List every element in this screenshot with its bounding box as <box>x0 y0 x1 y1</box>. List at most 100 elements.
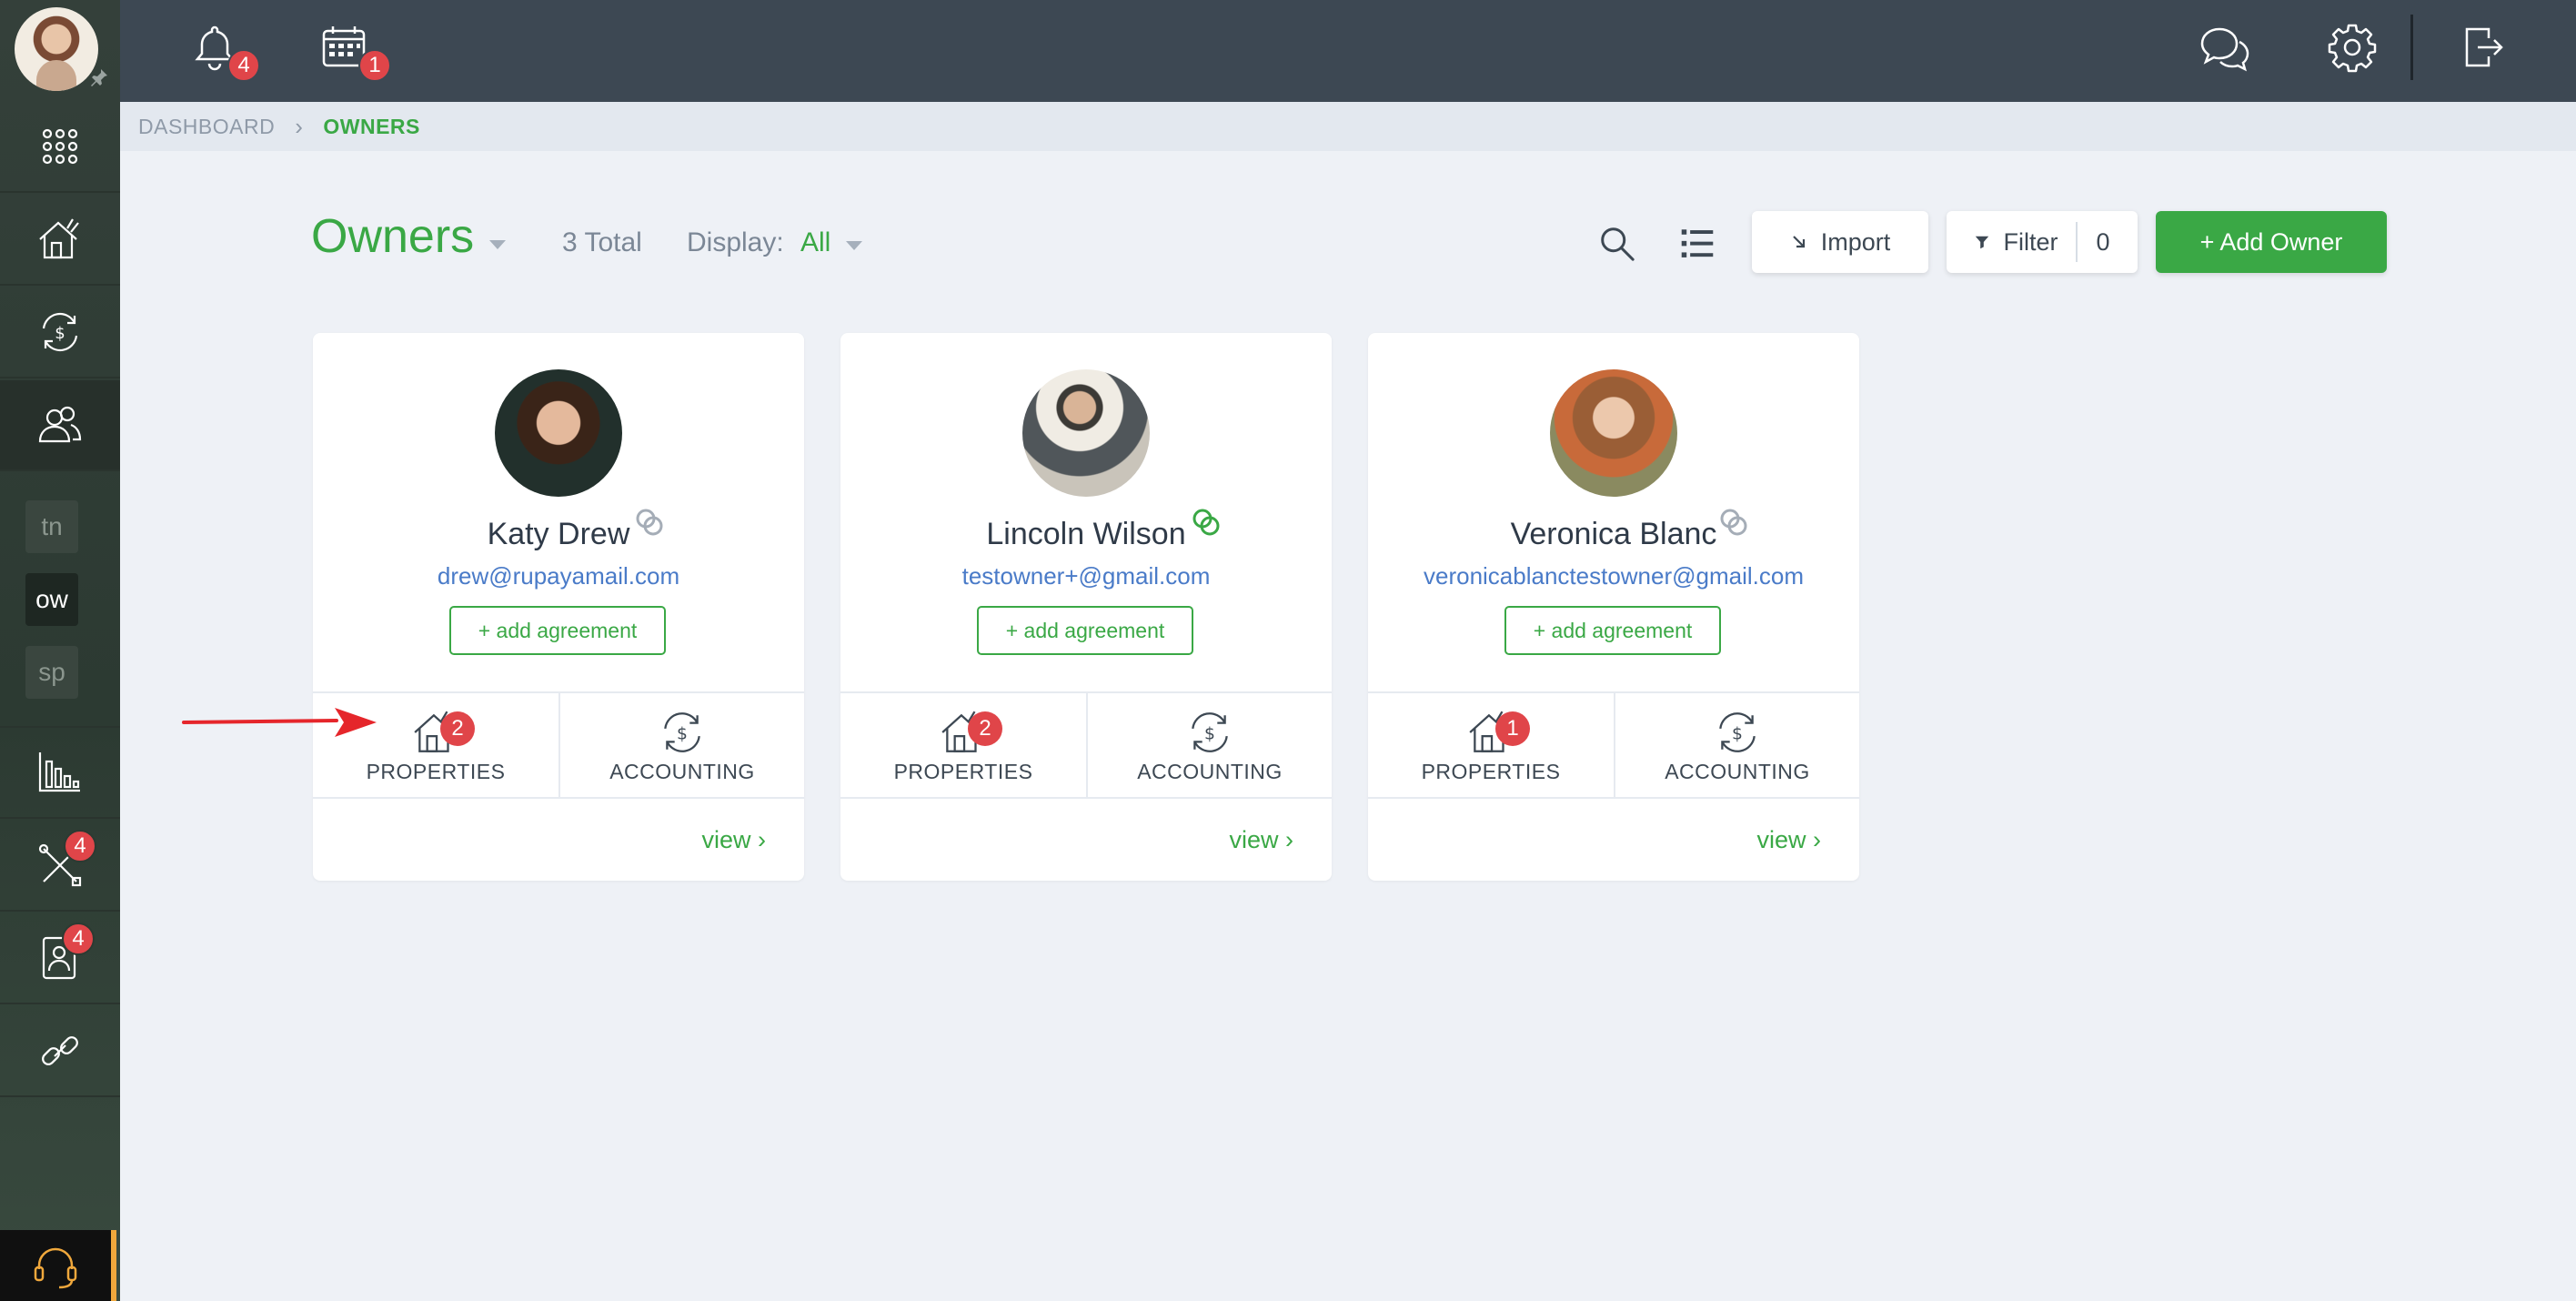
annotation-arrow <box>182 708 377 737</box>
sidebar-item-links[interactable] <box>0 1006 120 1097</box>
unlinked-icon <box>1720 509 1747 536</box>
notifications-button[interactable]: 4 <box>186 18 260 82</box>
sidebar: $ tn ow sp 4 4 <box>0 0 120 1301</box>
add-owner-button[interactable]: + Add Owner <box>2156 211 2387 273</box>
owner-email[interactable]: veronicablanctestowner@gmail.com <box>1368 562 1859 590</box>
sidebar-item-maintenance[interactable]: 4 <box>0 821 120 912</box>
owner-avatar[interactable] <box>495 369 622 497</box>
add-agreement-button[interactable]: + add agreement <box>1504 606 1721 655</box>
import-arrow-icon <box>1792 236 1805 248</box>
settings-button[interactable] <box>2323 18 2381 76</box>
accounting-label: ACCOUNTING <box>609 760 755 783</box>
logout-icon <box>2465 27 2503 67</box>
sidebar-item-owners[interactable] <box>0 380 120 471</box>
view-link[interactable]: view › <box>1756 826 1821 854</box>
headset-icon <box>34 1247 77 1289</box>
svg-text:$: $ <box>55 324 65 343</box>
properties-label: PROPERTIES <box>366 760 506 783</box>
breadcrumb-dashboard[interactable]: DASHBOARD <box>138 115 275 139</box>
list-view-button[interactable] <box>1672 218 1723 269</box>
total-count: 3 Total <box>562 227 642 257</box>
view-label: view <box>1756 826 1806 853</box>
owners-icon <box>38 406 82 443</box>
properties-icon <box>39 218 79 259</box>
view-label: view <box>1229 826 1279 853</box>
calendar-button[interactable]: 1 <box>315 18 391 82</box>
chevron-right-icon: › <box>1285 826 1293 853</box>
view-label: view <box>701 826 751 853</box>
sidebar-item-accounting[interactable]: $ <box>0 287 120 378</box>
accounting-label: ACCOUNTING <box>1137 760 1283 783</box>
properties-link[interactable]: 2 PROPERTIES <box>840 693 1086 797</box>
owner-card: Lincoln Wilson testowner+@gmail.com + ad… <box>840 333 1332 881</box>
import-label: Import <box>1820 227 1891 256</box>
sidebar-item-ow[interactable]: ow <box>25 573 78 626</box>
properties-count-badge: 2 <box>440 711 475 746</box>
add-agreement-button[interactable]: + add agreement <box>449 606 666 655</box>
sidebar-item-apps[interactable] <box>0 102 120 193</box>
accounting-icon: $ <box>42 312 78 352</box>
accounting-link[interactable]: $ ACCOUNTING <box>1614 693 1859 797</box>
pin-icon[interactable] <box>89 67 109 87</box>
accounting-label: ACCOUNTING <box>1665 760 1810 783</box>
page-title[interactable]: Owners <box>311 209 474 264</box>
properties-label: PROPERTIES <box>893 760 1033 783</box>
notifications-badge: 4 <box>227 49 260 82</box>
properties-label: PROPERTIES <box>1421 760 1561 783</box>
search-icon <box>1601 227 1635 261</box>
owner-name[interactable]: Katy Drew <box>313 517 804 552</box>
breadcrumb-current: OWNERS <box>323 114 420 138</box>
owner-stats: 1 PROPERTIES $ ACCOUNTING <box>1368 691 1859 799</box>
accounting-icon: $ <box>1719 712 1756 752</box>
filter-icon <box>1976 236 1989 249</box>
owner-name[interactable]: Lincoln Wilson <box>840 517 1332 552</box>
svg-text:$: $ <box>1204 724 1215 743</box>
owner-stats: 2 PROPERTIES $ ACCOUNTING <box>840 691 1332 799</box>
svg-text:$: $ <box>677 724 688 743</box>
owner-card: Katy Drew drew@rupayamail.com + add agre… <box>313 333 804 881</box>
accounting-link[interactable]: $ ACCOUNTING <box>1086 693 1332 797</box>
tenants-badge: 4 <box>62 923 95 955</box>
sidebar-item-sp[interactable]: sp <box>25 646 78 699</box>
display-caret-icon[interactable] <box>846 241 862 250</box>
accounting-link[interactable]: $ ACCOUNTING <box>558 693 804 797</box>
search-button[interactable] <box>1592 218 1643 269</box>
chat-button[interactable] <box>2196 18 2254 76</box>
owner-stats: 2 PROPERTIES $ ACCOUNTING <box>313 691 804 799</box>
import-button[interactable]: Import <box>1752 211 1928 273</box>
apps-grid-icon <box>42 128 78 165</box>
owner-card: Veronica Blanc veronicablanctestowner@gm… <box>1368 333 1859 881</box>
filter-count: 0 <box>2076 222 2110 262</box>
sidebar-item-tenants[interactable]: 4 <box>0 913 120 1004</box>
accounting-icon: $ <box>1192 712 1228 752</box>
help-button[interactable] <box>0 1230 116 1301</box>
topbar-divider <box>2410 15 2413 80</box>
svg-text:$: $ <box>1732 724 1743 743</box>
reports-icon <box>38 752 80 792</box>
chevron-right-icon: › <box>1813 826 1821 853</box>
linked-icon <box>1192 509 1220 536</box>
chevron-right-icon: › <box>758 826 766 853</box>
sidebar-item-properties[interactable] <box>0 195 120 286</box>
sidebar-item-reports[interactable] <box>0 728 120 819</box>
properties-link[interactable]: 1 PROPERTIES <box>1368 693 1614 797</box>
link-icon <box>42 1036 78 1065</box>
owner-avatar[interactable] <box>1550 369 1677 497</box>
chevron-right-icon: › <box>295 112 304 140</box>
logout-button[interactable] <box>2454 18 2512 76</box>
sidebar-item-tn[interactable]: tn <box>25 500 78 553</box>
owner-avatar[interactable] <box>1022 369 1150 497</box>
owner-email[interactable]: drew@rupayamail.com <box>313 562 804 590</box>
user-avatar[interactable] <box>15 7 98 91</box>
title-caret-icon[interactable] <box>489 240 506 249</box>
owner-name[interactable]: Veronica Blanc <box>1368 517 1859 552</box>
maintenance-badge: 4 <box>64 830 96 862</box>
add-agreement-button[interactable]: + add agreement <box>977 606 1193 655</box>
list-view-icon <box>1681 229 1714 257</box>
view-link[interactable]: view › <box>1229 826 1293 854</box>
view-link[interactable]: view › <box>701 826 766 854</box>
owner-email[interactable]: testowner+@gmail.com <box>840 562 1332 590</box>
gear-icon <box>2328 24 2377 73</box>
display-filter-select[interactable]: All <box>800 227 830 258</box>
filter-button[interactable]: Filter 0 <box>1947 211 2138 273</box>
